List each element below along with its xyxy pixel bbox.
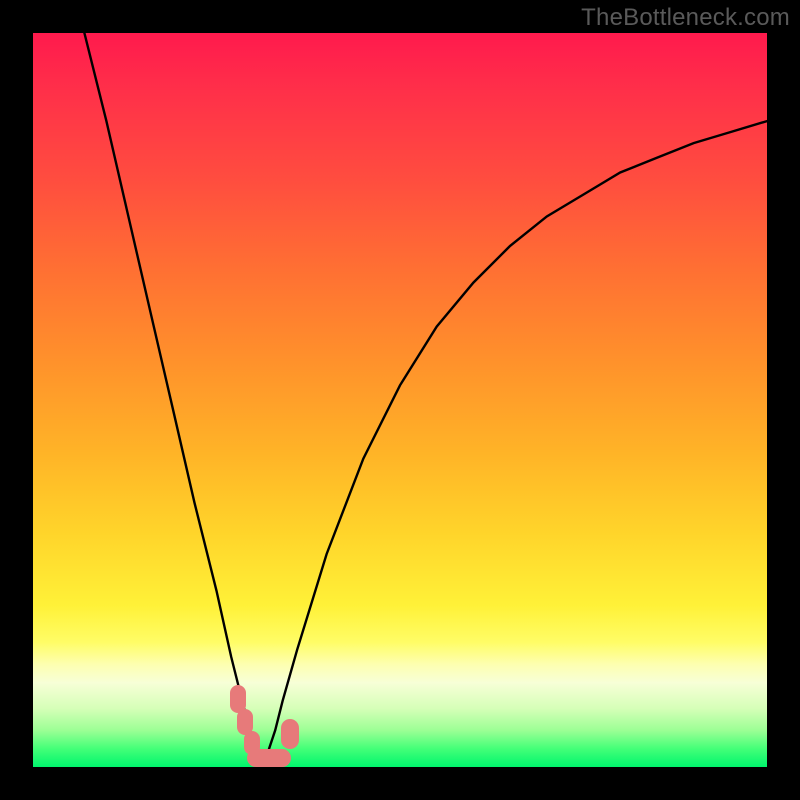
curve-marker: [247, 749, 291, 767]
chart-plot-area: [33, 33, 767, 767]
watermark-text: TheBottleneck.com: [581, 4, 790, 32]
curve-marker: [281, 719, 299, 749]
highlight-markers: [33, 33, 767, 767]
